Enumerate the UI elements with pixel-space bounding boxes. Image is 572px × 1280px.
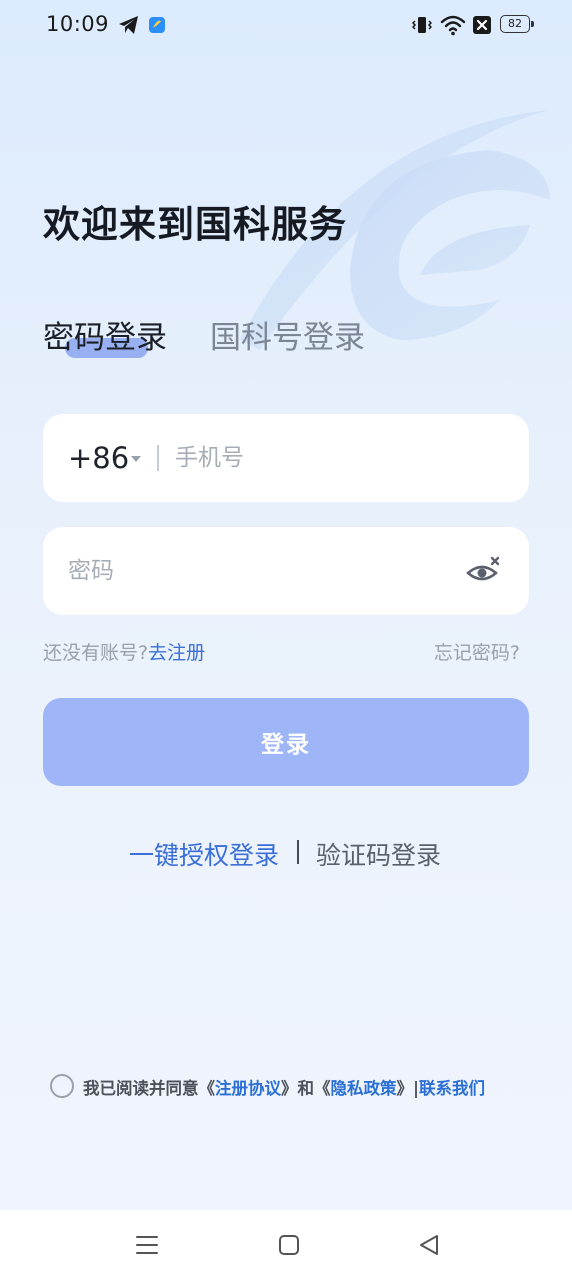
phone-field: +86 [43, 414, 529, 502]
agreement-suffix: 》| [396, 1079, 420, 1098]
forgot-password-link[interactable]: 忘记密码? [434, 638, 520, 665]
agreement-middle: 》和《 [281, 1079, 331, 1098]
wifi-icon [440, 15, 466, 36]
agreement-checkbox[interactable] [50, 1074, 74, 1098]
eye-hidden-icon[interactable] [465, 555, 501, 587]
status-time: 10:09 [46, 12, 110, 36]
field-divider [157, 445, 159, 471]
caret-down-icon[interactable] [131, 456, 141, 462]
home-icon[interactable] [278, 1234, 300, 1256]
menu-icon[interactable] [136, 1234, 158, 1256]
tab-password-login[interactable]: 密码登录 [43, 312, 167, 357]
telegram-icon [119, 16, 138, 34]
alt-login-separator [297, 840, 299, 864]
phone-input[interactable] [175, 440, 505, 476]
privacy-link[interactable]: 隐私政策 [331, 1079, 397, 1098]
welcome-title: 欢迎来到国科服务 [43, 203, 347, 246]
one-key-login-link[interactable]: 一键授权登录 [129, 836, 279, 872]
sms-code-login-link[interactable]: 验证码登录 [316, 836, 441, 872]
login-button[interactable]: 登录 [43, 698, 529, 786]
register-link[interactable]: 去注册 [148, 642, 205, 664]
system-nav-bar [0, 1210, 572, 1280]
back-icon[interactable] [418, 1234, 440, 1256]
country-code-selector[interactable]: +86 [68, 441, 129, 475]
register-prompt-text: 还没有账号? [43, 642, 149, 664]
status-bar: 10:09 82 [0, 0, 572, 52]
terms-link[interactable]: 注册协议 [215, 1079, 281, 1098]
app-notify-icon [149, 17, 165, 33]
contact-us-link[interactable]: 联系我们 [419, 1079, 485, 1098]
password-input[interactable] [68, 553, 448, 589]
register-prompt: 还没有账号?去注册 [43, 638, 205, 665]
password-field [43, 527, 529, 615]
tab-guoke-id-login[interactable]: 国科号登录 [210, 312, 365, 357]
battery-icon: 82 [500, 15, 534, 33]
no-sim-icon [473, 16, 491, 34]
agreement-text: 我已阅读并同意《注册协议》和《隐私政策》|联系我们 [83, 1075, 485, 1099]
agreement-prefix: 我已阅读并同意《 [83, 1079, 215, 1098]
vibrate-icon [412, 17, 432, 33]
